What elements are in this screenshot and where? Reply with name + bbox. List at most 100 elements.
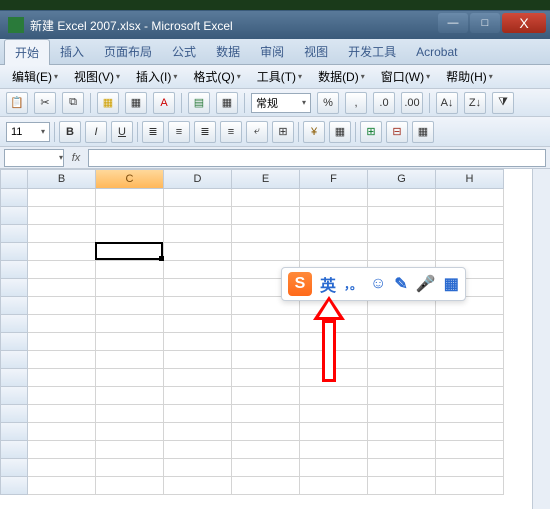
cell[interactable] bbox=[28, 369, 96, 387]
cell[interactable] bbox=[28, 441, 96, 459]
menu-格式[interactable]: 格式(Q) ▾ bbox=[187, 66, 246, 87]
sort-az-button[interactable]: A↓ bbox=[436, 92, 458, 114]
cell[interactable] bbox=[96, 243, 164, 261]
cell[interactable] bbox=[96, 441, 164, 459]
cell[interactable] bbox=[96, 387, 164, 405]
row-header[interactable] bbox=[0, 189, 28, 207]
cell[interactable] bbox=[164, 243, 232, 261]
styles-icon[interactable]: ▤ bbox=[188, 92, 210, 114]
sort-za-button[interactable]: Z↓ bbox=[464, 92, 486, 114]
menu-插入[interactable]: 插入(I) ▾ bbox=[130, 66, 183, 87]
cell[interactable] bbox=[232, 441, 300, 459]
font-size-combo[interactable]: 11▾ bbox=[6, 122, 50, 142]
cell[interactable] bbox=[232, 423, 300, 441]
cell[interactable] bbox=[96, 369, 164, 387]
row-header[interactable] bbox=[0, 243, 28, 261]
fill-color-icon[interactable]: ▦ bbox=[97, 92, 119, 114]
tab-开发工具[interactable]: 开发工具 bbox=[338, 39, 406, 64]
copy-icon[interactable]: ⧉ bbox=[62, 92, 84, 114]
cell[interactable] bbox=[300, 315, 368, 333]
underline-button[interactable]: U bbox=[111, 121, 133, 143]
cell[interactable] bbox=[28, 423, 96, 441]
cell[interactable] bbox=[436, 315, 504, 333]
cell[interactable] bbox=[436, 333, 504, 351]
row-header[interactable] bbox=[0, 423, 28, 441]
cell[interactable] bbox=[436, 405, 504, 423]
cell[interactable] bbox=[164, 369, 232, 387]
cell[interactable] bbox=[232, 243, 300, 261]
cell[interactable] bbox=[164, 423, 232, 441]
ime-punct-button[interactable]: ，。 bbox=[344, 276, 362, 293]
cell[interactable] bbox=[164, 333, 232, 351]
cell[interactable] bbox=[96, 225, 164, 243]
tab-页面布局[interactable]: 页面布局 bbox=[94, 39, 162, 64]
cell[interactable] bbox=[436, 225, 504, 243]
align-justify-button[interactable]: ≡ bbox=[220, 121, 242, 143]
cell[interactable] bbox=[436, 207, 504, 225]
cell[interactable] bbox=[300, 351, 368, 369]
insert-row-icon[interactable]: ⊞ bbox=[360, 121, 382, 143]
row-header[interactable] bbox=[0, 315, 28, 333]
cell[interactable] bbox=[300, 369, 368, 387]
menu-帮助[interactable]: 帮助(H) ▾ bbox=[440, 66, 499, 87]
borders-icon[interactable]: ▦ bbox=[125, 92, 147, 114]
cell[interactable] bbox=[96, 477, 164, 495]
tab-公式[interactable]: 公式 bbox=[162, 39, 206, 64]
cell[interactable] bbox=[368, 225, 436, 243]
format-table-icon[interactable]: ▦ bbox=[216, 92, 238, 114]
italic-button[interactable]: I bbox=[85, 121, 107, 143]
increase-decimal-button[interactable]: .0 bbox=[373, 92, 395, 114]
cell[interactable] bbox=[368, 351, 436, 369]
cell[interactable] bbox=[28, 225, 96, 243]
col-header-B[interactable]: B bbox=[28, 169, 96, 189]
cell[interactable] bbox=[232, 315, 300, 333]
cell[interactable] bbox=[164, 225, 232, 243]
cell[interactable] bbox=[164, 189, 232, 207]
align-left-button[interactable]: ≣ bbox=[142, 121, 164, 143]
cell[interactable] bbox=[96, 423, 164, 441]
filter-button[interactable]: ⧩ bbox=[492, 92, 514, 114]
cell[interactable] bbox=[368, 369, 436, 387]
cell[interactable] bbox=[300, 441, 368, 459]
row-header[interactable] bbox=[0, 261, 28, 279]
row-header[interactable] bbox=[0, 441, 28, 459]
cell[interactable] bbox=[28, 351, 96, 369]
cell[interactable] bbox=[28, 207, 96, 225]
cell[interactable] bbox=[164, 279, 232, 297]
row-header[interactable] bbox=[0, 477, 28, 495]
tab-审阅[interactable]: 审阅 bbox=[250, 39, 294, 64]
cell[interactable] bbox=[28, 405, 96, 423]
cell[interactable] bbox=[300, 423, 368, 441]
cell[interactable] bbox=[436, 189, 504, 207]
cell[interactable] bbox=[164, 207, 232, 225]
cell[interactable] bbox=[232, 477, 300, 495]
cell[interactable] bbox=[300, 405, 368, 423]
cell[interactable] bbox=[96, 207, 164, 225]
col-header-C[interactable]: C bbox=[96, 169, 164, 189]
cell[interactable] bbox=[368, 207, 436, 225]
ime-emoji-button[interactable]: ☺ bbox=[370, 275, 386, 293]
cell[interactable] bbox=[96, 315, 164, 333]
menu-数据[interactable]: 数据(D) ▾ bbox=[312, 66, 371, 87]
maximize-button[interactable]: □ bbox=[470, 13, 500, 33]
cell[interactable] bbox=[164, 387, 232, 405]
align-right-button[interactable]: ≣ bbox=[194, 121, 216, 143]
cell[interactable] bbox=[436, 423, 504, 441]
row-header[interactable] bbox=[0, 279, 28, 297]
tab-开始[interactable]: 开始 bbox=[4, 39, 50, 65]
cell[interactable] bbox=[28, 261, 96, 279]
row-header[interactable] bbox=[0, 351, 28, 369]
ime-skin-button[interactable]: ✎ bbox=[394, 274, 407, 294]
cell[interactable] bbox=[96, 189, 164, 207]
cell[interactable] bbox=[232, 459, 300, 477]
cell[interactable] bbox=[368, 333, 436, 351]
cell[interactable] bbox=[96, 261, 164, 279]
cell[interactable] bbox=[368, 243, 436, 261]
formula-input[interactable] bbox=[88, 149, 546, 167]
cell[interactable] bbox=[164, 441, 232, 459]
cell[interactable] bbox=[232, 189, 300, 207]
cell[interactable] bbox=[300, 477, 368, 495]
minimize-button[interactable]: — bbox=[438, 13, 468, 33]
col-header-E[interactable]: E bbox=[232, 169, 300, 189]
cell[interactable] bbox=[436, 459, 504, 477]
